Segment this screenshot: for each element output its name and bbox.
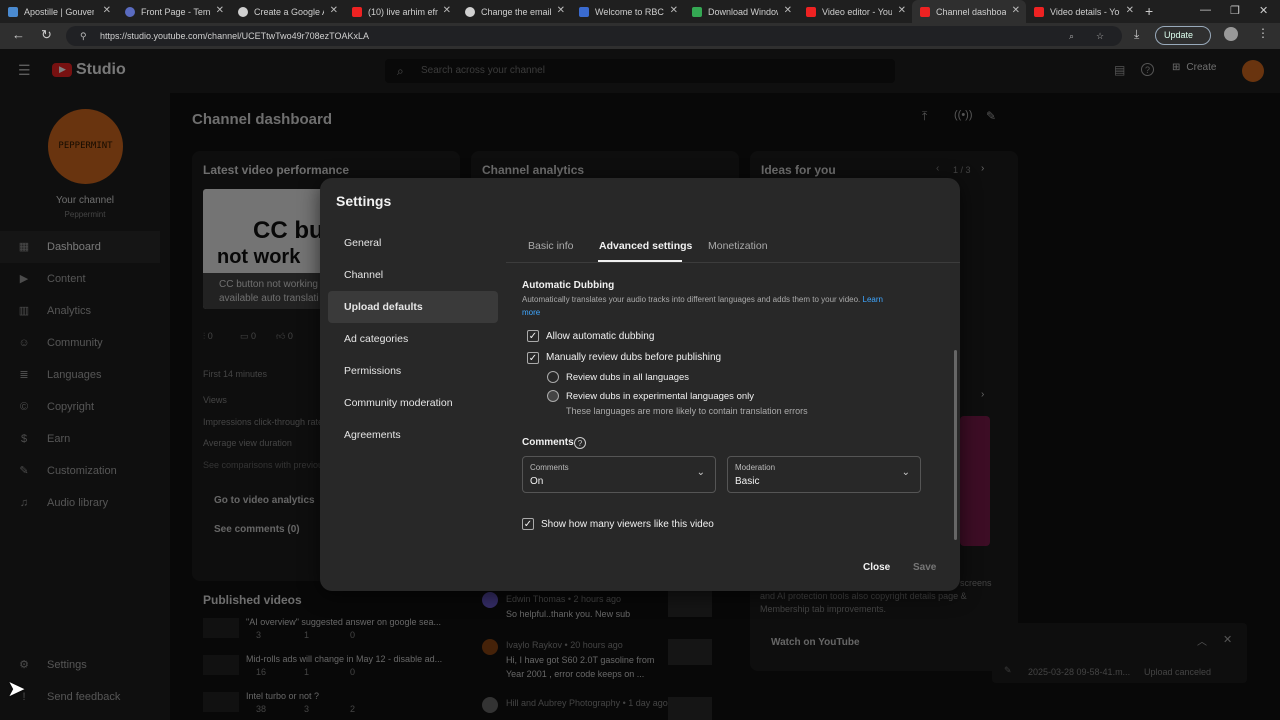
minimize-icon[interactable]: — bbox=[1200, 4, 1211, 16]
review-experimental-label: Review dubs in experimental languages on… bbox=[566, 391, 755, 402]
browser-tab[interactable]: Video editor - YouTu✕ bbox=[798, 0, 912, 23]
browser-tab[interactable]: Welcome to RBC Per✕ bbox=[571, 0, 684, 23]
browser-tab[interactable]: Front Page - Templa✕ bbox=[117, 0, 230, 23]
tab-favicon-icon bbox=[1034, 6, 1044, 17]
settings-nav-agreements[interactable]: Agreements bbox=[328, 419, 498, 451]
site-info-icon[interactable]: ⚲ bbox=[80, 26, 87, 46]
comments-dropdown[interactable]: Comments On ⌄ bbox=[522, 456, 716, 493]
url-input[interactable]: ⚲ https://studio.youtube.com/channel/UCE… bbox=[66, 26, 1122, 46]
settings-nav-channel[interactable]: Channel bbox=[328, 259, 498, 291]
show-likes-checkbox[interactable]: ✓ bbox=[522, 518, 534, 530]
profile-avatar[interactable] bbox=[1224, 27, 1238, 41]
review-experimental-note: These languages are more likely to conta… bbox=[566, 406, 808, 416]
settings-dialog: Settings General Channel Upload defaults… bbox=[320, 178, 960, 591]
chevron-down-icon: ⌄ bbox=[901, 467, 910, 478]
close-button[interactable]: Close bbox=[863, 562, 890, 573]
settings-nav-ad-categories[interactable]: Ad categories bbox=[328, 323, 498, 355]
close-tab-icon[interactable]: ✕ bbox=[898, 5, 906, 16]
browser-tab[interactable]: Apostille | Gouverne✕ bbox=[0, 0, 117, 23]
bookmark-star-icon[interactable]: ☆ bbox=[1096, 26, 1104, 46]
update-button[interactable]: Update bbox=[1155, 26, 1211, 45]
settings-nav-general[interactable]: General bbox=[328, 227, 498, 259]
zoom-icon[interactable]: ⌕ bbox=[1069, 26, 1074, 46]
comments-help-icon[interactable]: ? bbox=[574, 437, 586, 449]
learn-more-link-cont[interactable]: more bbox=[522, 308, 540, 317]
browser-tab[interactable]: Create a Google Ac✕ bbox=[230, 0, 344, 23]
close-tab-icon[interactable]: ✕ bbox=[1012, 5, 1020, 16]
tab-favicon-icon bbox=[352, 6, 362, 17]
reload-icon[interactable]: ↻ bbox=[41, 27, 52, 43]
close-tab-icon[interactable]: ✕ bbox=[216, 5, 224, 16]
browser-tab[interactable]: (10) live arhim efrem✕ bbox=[344, 0, 457, 23]
browser-tab[interactable]: Download Windows✕ bbox=[684, 0, 798, 23]
tab-favicon-icon bbox=[579, 6, 589, 17]
tab-favicon-icon bbox=[920, 6, 930, 17]
moderation-dropdown[interactable]: Moderation Basic ⌄ bbox=[727, 456, 921, 493]
chevron-down-icon: ⌄ bbox=[696, 467, 705, 478]
tab-favicon-icon bbox=[238, 6, 248, 17]
tab-favicon-icon bbox=[8, 6, 18, 17]
allow-dubbing-label: Allow automatic dubbing bbox=[546, 331, 655, 342]
close-tab-icon[interactable]: ✕ bbox=[784, 5, 792, 16]
close-tab-icon[interactable]: ✕ bbox=[670, 5, 678, 16]
allow-dubbing-checkbox[interactable]: ✓ bbox=[527, 330, 539, 342]
tabs-divider bbox=[506, 262, 960, 263]
tab-favicon-icon bbox=[465, 6, 475, 17]
tab-favicon-icon bbox=[125, 6, 135, 17]
close-tab-icon[interactable]: ✕ bbox=[1126, 5, 1134, 16]
settings-nav-permissions[interactable]: Permissions bbox=[328, 355, 498, 387]
tab-monetization[interactable]: Monetization bbox=[708, 240, 768, 252]
dubbing-heading: Automatic Dubbing bbox=[522, 280, 615, 291]
tab-favicon-icon bbox=[806, 6, 816, 17]
review-dubs-label: Manually review dubs before publishing bbox=[546, 352, 722, 363]
close-tab-icon[interactable]: ✕ bbox=[330, 5, 338, 16]
browser-tab[interactable]: Video details - YouT✕ bbox=[1026, 0, 1140, 23]
tab-favicon-icon bbox=[692, 6, 702, 17]
review-dubs-checkbox[interactable]: ✓ bbox=[527, 352, 539, 364]
window-close-icon[interactable]: ✕ bbox=[1259, 4, 1268, 17]
browser-tab-active[interactable]: Channel dashboard✕ bbox=[912, 0, 1026, 23]
restore-icon[interactable]: ❐ bbox=[1230, 4, 1240, 17]
comments-heading: Comments bbox=[522, 437, 574, 448]
address-bar-row: ← ↻ ⚲ https://studio.youtube.com/channel… bbox=[0, 23, 1280, 49]
save-button[interactable]: Save bbox=[913, 562, 936, 573]
tab-advanced-settings[interactable]: Advanced settings bbox=[599, 240, 692, 252]
mouse-cursor-icon: ➤ bbox=[7, 676, 26, 701]
tab-basic-info[interactable]: Basic info bbox=[528, 240, 574, 252]
review-all-radio[interactable] bbox=[547, 371, 559, 383]
settings-title: Settings bbox=[336, 193, 392, 209]
show-likes-label: Show how many viewers like this video bbox=[541, 519, 714, 530]
new-tab-icon[interactable]: + bbox=[1145, 3, 1153, 19]
browser-menu-icon[interactable]: ⋮ bbox=[1257, 26, 1269, 40]
learn-more-link[interactable]: Learn bbox=[863, 295, 883, 304]
close-tab-icon[interactable]: ✕ bbox=[443, 5, 451, 16]
review-experimental-radio[interactable] bbox=[547, 390, 559, 402]
review-all-label: Review dubs in all languages bbox=[566, 372, 690, 383]
settings-nav-community-moderation[interactable]: Community moderation bbox=[328, 387, 498, 419]
back-icon[interactable]: ← bbox=[12, 27, 25, 42]
browser-tab-bar: Apostille | Gouverne✕ Front Page - Templ… bbox=[0, 0, 1280, 23]
close-tab-icon[interactable]: ✕ bbox=[557, 5, 565, 16]
close-tab-icon[interactable]: ✕ bbox=[103, 5, 111, 16]
downloads-icon[interactable]: ⤓ bbox=[1134, 27, 1139, 42]
settings-scrollbar[interactable] bbox=[954, 350, 957, 540]
dubbing-description: Automatically translates your audio trac… bbox=[522, 295, 883, 304]
active-tab-indicator bbox=[598, 260, 682, 262]
browser-tab[interactable]: Change the email ac✕ bbox=[457, 0, 571, 23]
settings-nav-upload-defaults[interactable]: Upload defaults bbox=[328, 291, 498, 323]
